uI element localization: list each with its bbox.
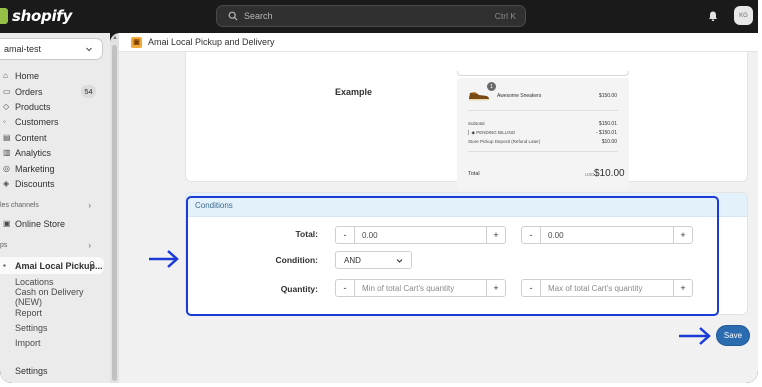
sidebar-item-label: Analytics [15, 147, 52, 158]
search-bar[interactable]: Search Ctrl K [216, 5, 526, 27]
discount-icon: ◈ [3, 179, 10, 188]
sidebar-item-online-store[interactable]: ▣ Online Store [0, 216, 104, 231]
orders-icon: ▭ [3, 87, 11, 96]
example-receipt: 1 Awesome Sneakers $150.00 Subtotal $150… [457, 78, 629, 189]
receipt-total-label: Total [468, 171, 480, 177]
sidebar-item-cod[interactable]: Cash on Delivery (NEW) [0, 286, 104, 307]
scrollbar[interactable]: ▲ [110, 33, 119, 383]
brand-name: shopify [12, 7, 72, 25]
sidebar-item-customers[interactable]: ◦ Customers [0, 114, 104, 129]
section-label: les channels [0, 202, 39, 209]
sidebar-item-label: Settings [15, 322, 48, 333]
app-window: shopify Search Ctrl K KG amai-test ⌂ Hom… [0, 0, 758, 383]
pin-icon[interactable]: ⚲ [89, 260, 95, 269]
sidebar-item-label: Customers [15, 116, 59, 127]
sales-channels-section[interactable]: les channels › [0, 199, 104, 212]
search-icon [228, 11, 238, 21]
store-selector[interactable]: amai-test [0, 38, 103, 60]
item-quantity-badge: 1 [487, 82, 496, 91]
app-logo-icon: ▣ [131, 36, 142, 48]
pending-label-text: PENDING BILLING [476, 130, 516, 135]
receipt-item-name: Awesome Sneakers [497, 93, 542, 99]
user-avatar[interactable]: KG [734, 6, 753, 25]
sidebar-item-marketing[interactable]: ◎ Marketing [0, 161, 104, 176]
sidebar-item-report[interactable]: Report [0, 305, 104, 320]
pending-tag-icon: ⎜ ◆ [468, 130, 477, 135]
sidebar-item-label: Products [15, 101, 51, 112]
receipt-deposit-label: Store Pickup Deposit (Refund Later) [468, 139, 541, 144]
sidebar-item-discounts[interactable]: ◈ Discounts [0, 176, 104, 191]
receipt-pending-value: - $150.01 [595, 130, 617, 136]
sidebar-item-import[interactable]: Import [0, 335, 104, 350]
orders-count-badge: 54 [81, 85, 96, 98]
sidebar: amai-test ⌂ Home ▭ Orders 54 ◇ Products … [0, 33, 110, 383]
scroll-thumb[interactable] [112, 45, 117, 381]
divider [468, 151, 618, 152]
app-header: ▣ Amai Local Pickup and Delivery [119, 33, 758, 52]
chevron-right-icon: › [88, 241, 91, 250]
chevron-right-icon: › [88, 201, 91, 210]
home-icon: ⌂ [3, 71, 8, 80]
analytics-icon: ▥ [3, 148, 11, 157]
example-card: Example 1 Awesome Sneakers $150.00 Subto… [185, 52, 748, 189]
conditions-highlight-box [186, 196, 719, 316]
sidebar-item-label: Settings [15, 365, 48, 376]
sidebar-item-app-settings[interactable]: Settings [0, 320, 104, 335]
sidebar-item-products[interactable]: ◇ Products [0, 99, 104, 114]
gear-icon [3, 366, 11, 375]
bell-icon[interactable] [707, 10, 719, 22]
app-icon: ▪ [3, 261, 6, 270]
sidebar-item-amai-app[interactable]: ▪ Amai Local Pickup... ⚲ [0, 257, 104, 274]
receipt-subtotal-value: $150.01 [598, 121, 617, 127]
receipt-total-value: $10.00 [594, 168, 625, 179]
sidebar-item-label: Home [15, 70, 40, 81]
sidebar-item-label: Orders [15, 86, 43, 97]
arrow-right-icon [679, 327, 711, 345]
top-bar: shopify Search Ctrl K KG [0, 0, 758, 33]
sidebar-item-label: Import [15, 337, 41, 348]
sidebar-item-orders[interactable]: ▭ Orders 54 [0, 84, 104, 99]
sidebar-item-settings[interactable]: Settings [0, 363, 104, 378]
example-label: Example [335, 87, 373, 97]
sidebar-item-label: Marketing [15, 163, 55, 174]
sneaker-image [469, 92, 489, 101]
search-shortcut: Ctrl K [494, 11, 516, 21]
save-button[interactable]: Save [716, 325, 750, 346]
sidebar-item-label: Online Store [15, 218, 66, 229]
chevron-down-icon [86, 47, 92, 52]
app-title: Amai Local Pickup and Delivery [148, 37, 275, 47]
sidebar-item-analytics[interactable]: ▥ Analytics [0, 145, 104, 160]
person-icon: ◦ [3, 117, 6, 126]
sidebar-item-label: Content [15, 132, 47, 143]
receipt-item-price: $150.00 [598, 93, 617, 99]
content-icon: ▤ [3, 133, 11, 142]
scroll-up-icon[interactable]: ▲ [112, 35, 118, 41]
receipt-subtotal-label: Subtotal [468, 121, 485, 126]
target-icon: ◎ [3, 164, 10, 173]
receipt-pending-label: ⎜ ◆ PENDING BILLING [468, 130, 515, 136]
shopify-bag-icon [0, 8, 8, 24]
arrow-right-icon [149, 250, 179, 268]
search-placeholder: Search [244, 11, 273, 21]
section-label: ps [0, 242, 8, 249]
divider [468, 110, 618, 111]
sidebar-item-home[interactable]: ⌂ Home [0, 68, 104, 83]
previous-field [457, 71, 629, 76]
sidebar-item-label: Locations [15, 276, 54, 287]
receipt-deposit-value: $10.00 [601, 139, 617, 145]
store-icon: ▣ [3, 219, 11, 228]
sidebar-item-label: Cash on Delivery (NEW) [15, 286, 84, 307]
store-name: amai-test [4, 44, 42, 54]
sidebar-item-label: Discounts [15, 178, 55, 189]
shopify-logo[interactable]: shopify [0, 6, 72, 26]
sidebar-item-content[interactable]: ▤ Content [0, 130, 104, 145]
tag-icon: ◇ [3, 102, 10, 111]
sidebar-item-label: Report [15, 307, 43, 318]
apps-section[interactable]: ps › [0, 239, 104, 252]
